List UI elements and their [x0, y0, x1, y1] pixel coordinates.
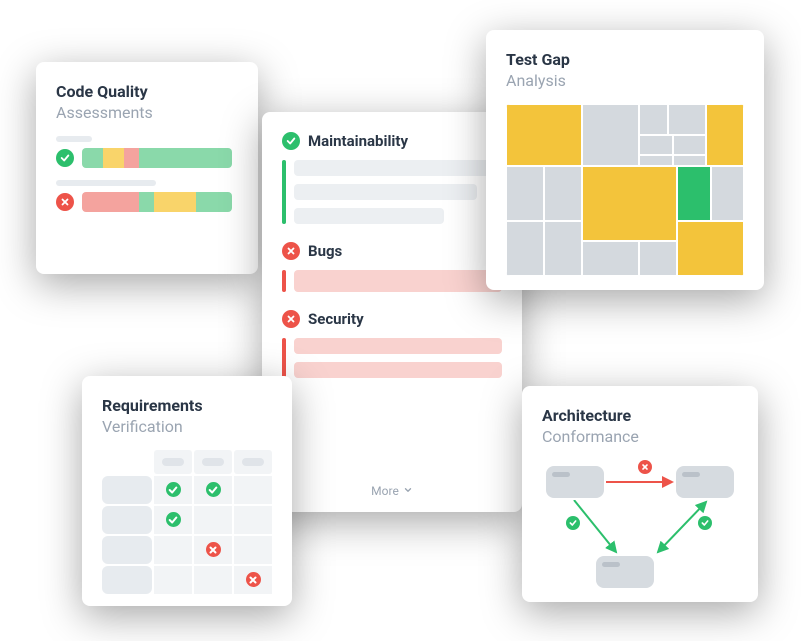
accent-bar: [282, 338, 286, 378]
assessment-row: [56, 192, 238, 212]
grid-cell: [154, 506, 192, 534]
placeholder-line: [294, 184, 477, 200]
check-icon: [566, 516, 580, 530]
assessment-bar: [82, 148, 232, 168]
column-header: [154, 450, 192, 474]
grid-cell: [194, 536, 232, 564]
row-header: [102, 536, 152, 564]
maintainability-section: Maintainability: [282, 132, 502, 224]
placeholder-line: [294, 160, 502, 176]
arrow-icon: [572, 500, 622, 558]
row-header: [102, 476, 152, 504]
grid-cell: [154, 476, 192, 504]
architecture-card: Architecture Conformance: [522, 386, 758, 602]
label-placeholder: [56, 136, 92, 142]
card-title: Requirements: [102, 396, 272, 417]
check-icon: [698, 516, 712, 530]
column-header: [234, 450, 272, 474]
check-icon: [206, 482, 221, 497]
grid-cell: [154, 536, 192, 564]
diagram-node: [676, 466, 734, 498]
accent-bar: [282, 270, 286, 292]
accent-bar: [282, 160, 286, 224]
placeholder-line: [294, 338, 502, 354]
test-gap-card: Test Gap Analysis: [486, 30, 764, 290]
x-icon: [246, 572, 261, 587]
architecture-diagram: [542, 460, 738, 590]
arrow-icon: [606, 474, 678, 490]
grid-cell: [154, 566, 192, 594]
requirements-card: Requirements Verification: [82, 376, 292, 606]
x-icon: [282, 310, 300, 328]
chevron-down-icon: [403, 484, 413, 498]
x-icon: [638, 460, 652, 474]
placeholder-line: [294, 208, 444, 224]
grid-cell: [234, 536, 272, 564]
grid-cell: [234, 566, 272, 594]
grid-cell: [194, 506, 232, 534]
placeholder-line: [294, 270, 502, 292]
check-icon: [166, 482, 181, 497]
treemap: [506, 104, 744, 276]
section-title: Security: [308, 310, 364, 328]
card-title: Code Quality: [56, 82, 238, 103]
requirements-grid: [102, 450, 272, 594]
card-title: Architecture: [542, 406, 738, 427]
column-header: [194, 450, 232, 474]
card-title: Test Gap: [506, 50, 744, 71]
assessment-row: [56, 148, 238, 168]
x-icon: [282, 242, 300, 260]
card-subtitle: Analysis: [506, 71, 744, 92]
card-subtitle: Assessments: [56, 103, 238, 124]
section-title: Maintainability: [308, 132, 408, 150]
row-header: [102, 506, 152, 534]
check-icon: [166, 512, 181, 527]
placeholder-line: [294, 362, 502, 378]
check-icon: [282, 132, 300, 150]
grid-cell: [194, 566, 232, 594]
assessment-bar: [82, 192, 232, 212]
card-subtitle: Verification: [102, 417, 272, 438]
x-icon: [56, 193, 74, 211]
quality-summary-card: Maintainability Bugs: [262, 112, 522, 512]
diagram-node: [596, 556, 654, 588]
code-quality-card: Code Quality Assessments: [36, 62, 258, 274]
grid-cell: [234, 476, 272, 504]
check-icon: [56, 149, 74, 167]
label-placeholder: [56, 180, 156, 186]
more-button[interactable]: More: [262, 484, 522, 498]
bugs-section: Bugs: [282, 242, 502, 292]
row-header: [102, 566, 152, 594]
grid-cell: [234, 506, 272, 534]
grid-cell: [194, 476, 232, 504]
security-section: Security: [282, 310, 502, 378]
more-label: More: [371, 484, 399, 498]
card-subtitle: Conformance: [542, 427, 738, 448]
x-icon: [206, 542, 221, 557]
diagram-node: [546, 466, 604, 498]
section-title: Bugs: [308, 242, 342, 260]
